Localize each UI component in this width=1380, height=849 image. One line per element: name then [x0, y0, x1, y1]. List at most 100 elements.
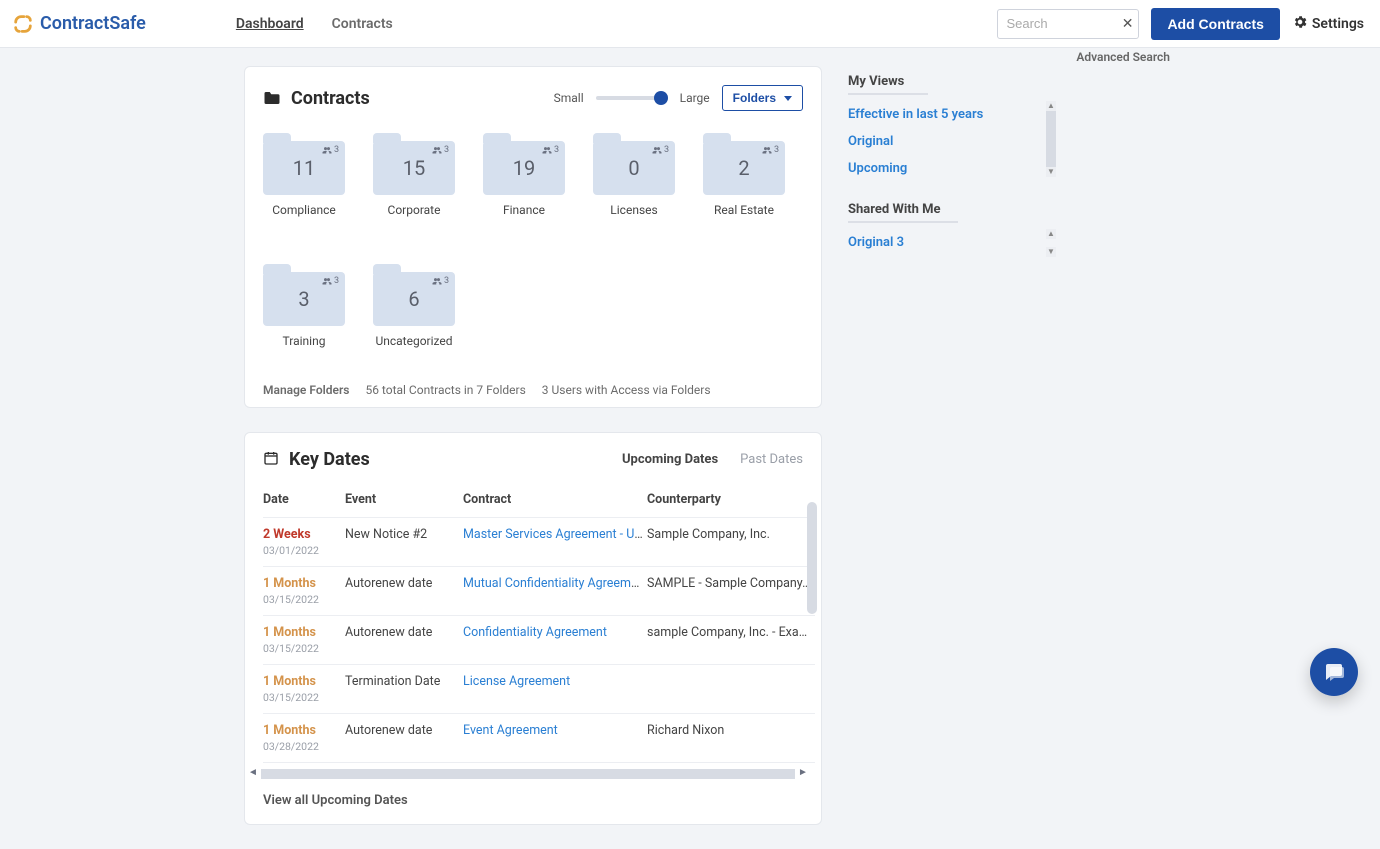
shared-with-me-scroll[interactable]: ▲ ▼	[1046, 229, 1056, 257]
my-views-heading: My Views	[848, 74, 928, 95]
folder-label: Training	[263, 334, 345, 348]
table-row: 1 Months03/15/2022Autorenew dateConfiden…	[263, 616, 815, 665]
logo-text: ContractSafe	[40, 13, 146, 34]
shared-with-me-heading: Shared With Me	[848, 202, 958, 223]
cell-event: Autorenew date	[345, 616, 463, 665]
folders-grid: 113Compliance153Corporate193Finance03Lic…	[263, 133, 803, 365]
folder-tile[interactable]: 33 Training	[263, 264, 345, 365]
size-slider-thumb[interactable]	[654, 91, 668, 105]
cell-contract: Event Agreement	[463, 714, 647, 763]
tab-upcoming-dates[interactable]: Upcoming Dates	[622, 452, 718, 467]
table-row: 1 Months03/28/2022Autorenew dateEvent Ag…	[263, 714, 815, 763]
contracts-title: Contracts	[291, 88, 370, 109]
folder-shape: 15 3	[373, 133, 455, 195]
saved-view-link[interactable]: Effective in last 5 years	[848, 101, 1042, 128]
scroll-left-icon[interactable]: ◄	[247, 767, 259, 779]
folder-label: Real Estate	[703, 203, 785, 217]
search-clear-icon[interactable]: ✕	[1122, 16, 1134, 32]
table-row: 1 Months03/15/2022Autorenew dateMutual C…	[263, 567, 815, 616]
folder-count: 15	[403, 156, 425, 180]
folder-tile[interactable]: 15 3 Corporate	[373, 133, 455, 234]
search-box: ✕	[997, 9, 1139, 39]
contract-link[interactable]: License Agreement	[463, 674, 570, 689]
cell-counterparty: sample Company, Inc. - Example	[647, 616, 815, 665]
scroll-up-icon[interactable]: ▲	[1046, 101, 1056, 111]
folders-dropdown-label: Folders	[733, 91, 776, 105]
folder-shape: 33	[263, 264, 345, 326]
contract-link[interactable]: Mutual Confidentiality Agreement	[463, 576, 647, 591]
folder-label: Compliance	[263, 203, 345, 217]
col-event[interactable]: Event	[345, 480, 463, 518]
logo[interactable]: ContractSafe	[8, 13, 146, 35]
cell-counterparty	[647, 665, 815, 714]
logo-icon	[12, 13, 34, 35]
calendar-icon	[263, 450, 279, 470]
saved-view-link[interactable]: Original 3	[848, 229, 1042, 256]
add-contracts-button[interactable]: Add Contracts	[1151, 8, 1279, 40]
cell-date: 2 Weeks03/01/2022	[263, 518, 345, 567]
folder-tile[interactable]: 113Compliance	[263, 133, 345, 234]
folder-label: Licenses	[593, 203, 675, 217]
folder-count: 6	[408, 287, 419, 311]
folder-tile[interactable]: 193Finance	[483, 133, 565, 234]
folder-users: 3	[432, 145, 449, 155]
center-column: Contracts Small Large Folders 113Complia…	[244, 66, 822, 849]
cell-contract: Mutual Confidentiality Agreement	[463, 567, 647, 616]
cell-date: 1 Months03/15/2022	[263, 567, 345, 616]
contract-link[interactable]: Event Agreement	[463, 723, 558, 738]
folder-users: 3	[542, 145, 559, 155]
cell-contract: Master Services Agreement - Unit #1	[463, 518, 647, 567]
my-views-scroll[interactable]: ▲ ▼	[1046, 101, 1056, 177]
contract-link[interactable]: Master Services Agreement - Unit #1	[463, 527, 647, 542]
settings-link[interactable]: Settings	[1292, 14, 1364, 34]
cell-counterparty: Richard Nixon	[647, 714, 815, 763]
scroll-right-icon[interactable]: ►	[797, 767, 809, 779]
main: Contracts Small Large Folders 113Complia…	[0, 48, 1380, 849]
keydates-title: Key Dates	[289, 449, 370, 470]
contracts-card-header: Contracts Small Large Folders	[263, 85, 803, 111]
users-icon	[432, 146, 442, 155]
scroll-thumb[interactable]	[1046, 111, 1056, 167]
scroll-up-icon[interactable]: ▲	[1046, 229, 1056, 239]
folder-label: Corporate	[373, 203, 455, 217]
view-all-upcoming-link[interactable]: View all Upcoming Dates	[245, 779, 821, 814]
contracts-summary-total: 56 total Contracts in 7 Folders	[365, 383, 525, 397]
folder-shape: 19 3	[483, 133, 565, 195]
col-date[interactable]: Date	[263, 480, 345, 518]
nav-dashboard[interactable]: Dashboard	[236, 16, 304, 32]
header-right: ✕ Add Contracts Settings	[997, 8, 1364, 40]
nav-contracts[interactable]: Contracts	[332, 16, 393, 32]
col-counterparty[interactable]: Counterparty	[647, 480, 815, 518]
size-slider[interactable]	[596, 96, 668, 100]
manage-folders-link[interactable]: Manage Folders	[263, 383, 349, 397]
saved-view-link[interactable]: Original	[848, 128, 1042, 155]
saved-view-link[interactable]: Upcoming	[848, 155, 1042, 182]
primary-nav: Dashboard Contracts	[236, 16, 393, 32]
folder-count: 11	[293, 156, 315, 180]
folder-count: 19	[513, 156, 535, 180]
keydates-hscroll[interactable]: ◄ ►	[247, 769, 809, 779]
folder-shape: 23	[703, 133, 785, 195]
scroll-down-icon[interactable]: ▼	[1046, 247, 1056, 257]
cell-date: 1 Months03/15/2022	[263, 616, 345, 665]
folder-tile[interactable]: 23 Real Estate	[703, 133, 785, 234]
tab-past-dates[interactable]: Past Dates	[740, 452, 803, 467]
scroll-down-icon[interactable]: ▼	[1046, 167, 1056, 177]
folder-shape: 63	[373, 264, 455, 326]
contract-link[interactable]: Confidentiality Agreement	[463, 625, 607, 640]
keydates-header: Key Dates Upcoming Dates Past Dates	[245, 433, 821, 480]
keydates-vscroll[interactable]	[807, 502, 817, 614]
folders-dropdown[interactable]: Folders	[722, 85, 803, 111]
col-contract[interactable]: Contract	[463, 480, 647, 518]
right-column: My Views Effective in last 5 yearsOrigin…	[848, 66, 1056, 276]
folder-tile[interactable]: 63Uncategorized	[373, 264, 455, 365]
hscroll-track[interactable]	[261, 769, 795, 779]
keydates-table-wrap: Date Event Contract Counterparty 2 Weeks…	[245, 480, 821, 763]
folder-tile[interactable]: 03Licenses	[593, 133, 675, 234]
chat-bubble[interactable]	[1310, 648, 1358, 696]
search-input[interactable]	[997, 9, 1139, 39]
folder-users: 3	[762, 145, 779, 155]
folder-count: 0	[628, 156, 639, 180]
cell-date: 1 Months03/15/2022	[263, 665, 345, 714]
cell-counterparty: Sample Company, Inc.	[647, 518, 815, 567]
